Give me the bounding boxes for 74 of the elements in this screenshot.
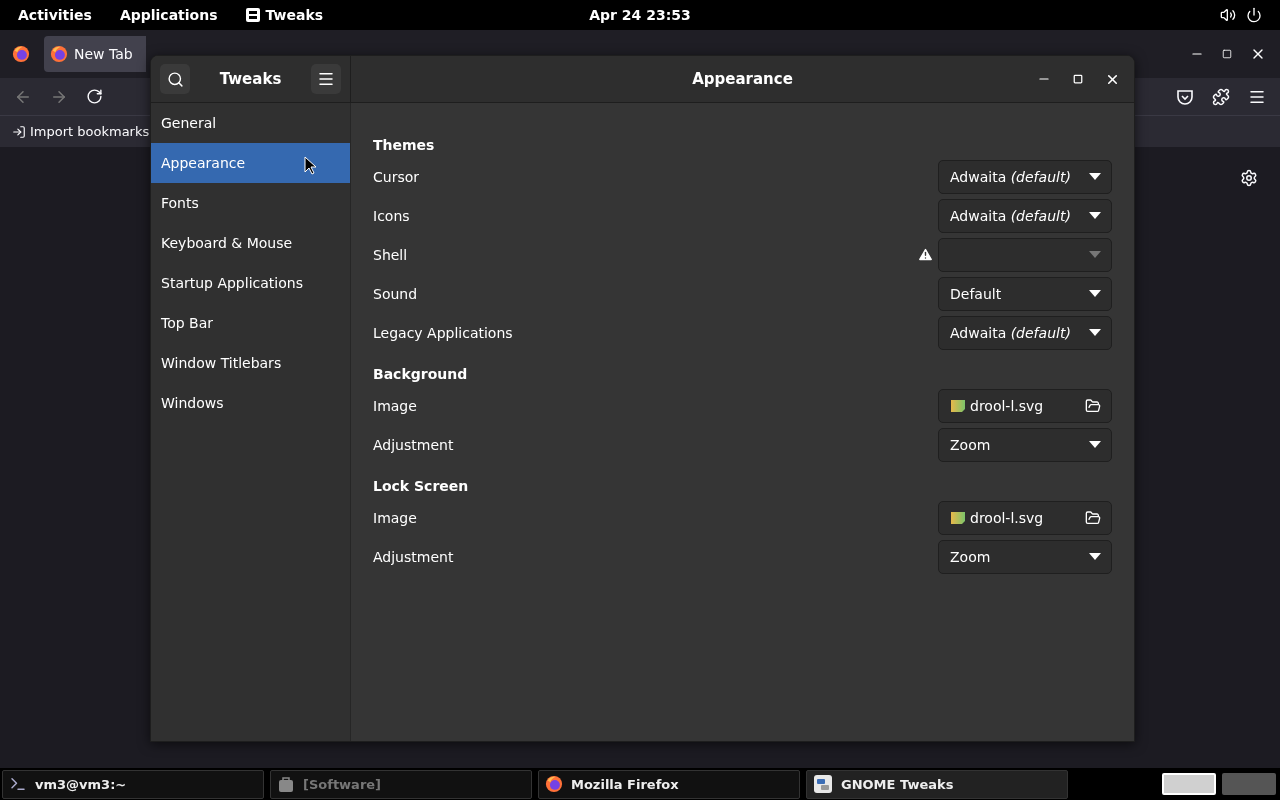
dropdown[interactable]: Zoom xyxy=(938,539,1112,574)
activities-button[interactable]: Activities xyxy=(18,7,92,23)
firefox-logo-icon xyxy=(545,775,563,793)
dropdown[interactable]: Adwaita (default) xyxy=(938,198,1112,233)
app-title: Tweaks xyxy=(219,70,282,88)
window-title: Appearance xyxy=(692,70,793,88)
setting-label: Adjustment xyxy=(373,548,455,565)
section-heading: Lock Screen xyxy=(373,477,470,494)
dropdown[interactable]: Zoom xyxy=(938,427,1112,462)
folder-icon xyxy=(1085,509,1101,526)
app-menu[interactable]: Tweaks xyxy=(245,7,324,23)
caret-icon xyxy=(1089,553,1101,560)
volume-icon[interactable] xyxy=(1220,7,1236,23)
setting-label: Legacy Applications xyxy=(373,324,514,341)
taskbar-window-button[interactable]: Mozilla Firefox xyxy=(538,769,800,799)
file-chooser-button[interactable]: drool-l.svg xyxy=(938,388,1112,423)
taskbar-window-button[interactable]: GNOME Tweaks xyxy=(806,769,1068,799)
import-bookmarks-link[interactable]: Import bookmarks xyxy=(12,124,150,139)
maximize-icon xyxy=(1073,74,1083,84)
sidebar-item[interactable]: Windows xyxy=(151,383,350,423)
sidebar-item[interactable]: Startup Applications xyxy=(151,263,350,303)
sidebar-item[interactable]: Window Titlebars xyxy=(151,343,350,383)
clock[interactable]: Apr 24 23:53 xyxy=(589,7,691,23)
pocket-icon[interactable] xyxy=(1176,87,1194,106)
setting-label: Image xyxy=(373,509,418,526)
sidebar-item[interactable]: Fonts xyxy=(151,183,350,223)
browser-tab[interactable]: New Tab xyxy=(44,36,146,72)
search-button[interactable] xyxy=(160,64,190,94)
terminal-icon xyxy=(9,775,27,793)
dropdown[interactable]: Adwaita (default) xyxy=(938,159,1112,194)
sidebar-item[interactable]: Appearance xyxy=(151,143,350,183)
maximize-icon[interactable] xyxy=(1222,49,1232,59)
menu-button[interactable] xyxy=(311,64,341,94)
reload-icon[interactable] xyxy=(86,88,103,105)
caret-icon xyxy=(1089,290,1101,297)
extensions-icon[interactable] xyxy=(1212,87,1230,106)
workspace-thumbnail[interactable] xyxy=(1222,773,1276,795)
firefox-logo-icon xyxy=(12,45,30,63)
file-chooser-button[interactable]: drool-l.svg xyxy=(938,500,1112,535)
taskbar-window-button[interactable]: vm3@vm3:~ xyxy=(2,769,264,799)
menu-icon xyxy=(317,70,335,88)
caret-icon xyxy=(1089,329,1101,336)
setting-label: Image xyxy=(373,397,418,414)
tweaks-app-icon xyxy=(813,774,833,794)
setting-label: Icons xyxy=(373,207,411,224)
search-icon xyxy=(166,70,184,88)
maximize-button[interactable] xyxy=(1073,74,1083,84)
folder-icon xyxy=(1085,397,1101,414)
setting-label: Sound xyxy=(373,285,419,302)
settings-icon[interactable] xyxy=(1240,169,1258,187)
sidebar-item[interactable]: Keyboard & Mouse xyxy=(151,223,350,263)
power-icon[interactable] xyxy=(1246,7,1262,23)
image-file-icon xyxy=(950,510,966,525)
firefox-logo-icon xyxy=(50,45,68,63)
image-file-icon xyxy=(950,398,966,413)
caret-icon xyxy=(1089,441,1101,448)
section-heading: Themes xyxy=(373,136,436,153)
workspace-thumbnail[interactable] xyxy=(1162,773,1216,795)
shopping-bag-icon xyxy=(277,775,295,793)
caret-icon xyxy=(1089,251,1101,258)
import-icon xyxy=(12,124,26,139)
setting-label: Cursor xyxy=(373,168,421,185)
section-heading: Background xyxy=(373,365,469,382)
sidebar-item[interactable]: Top Bar xyxy=(151,303,350,343)
caret-icon xyxy=(1089,173,1101,180)
dropdown[interactable]: Default xyxy=(938,276,1112,311)
mouse-pointer-icon xyxy=(304,156,317,175)
dropdown[interactable]: Adwaita (default) xyxy=(938,315,1112,350)
tweaks-app-icon xyxy=(245,8,260,22)
setting-label: Shell xyxy=(373,246,409,263)
sidebar-item[interactable]: General xyxy=(151,103,350,143)
applications-menu[interactable]: Applications xyxy=(119,7,218,23)
caret-icon xyxy=(1089,212,1101,219)
setting-label: Adjustment xyxy=(373,436,455,453)
